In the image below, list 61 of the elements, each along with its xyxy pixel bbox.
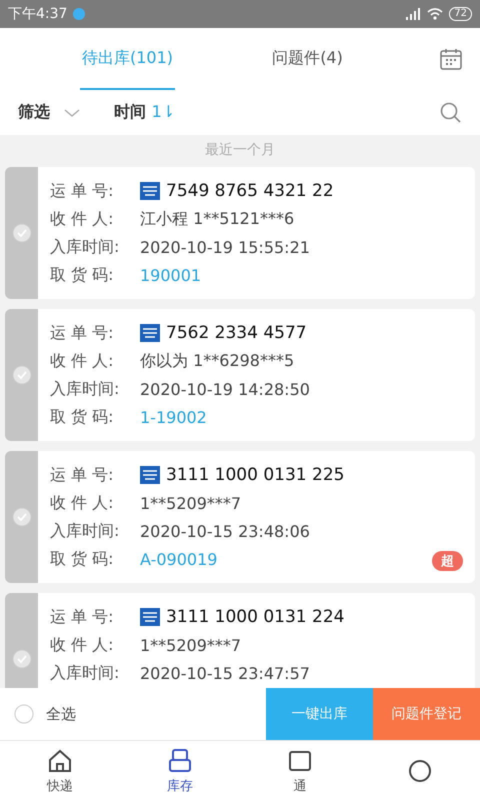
courier-logo-icon [140, 608, 160, 626]
parcel-card[interactable]: 运 单 号: 3111 1000 0131 225 收 件 人: 1**5209***7 入库时间: 2020-10-15 23:48:06 取 货 码: A-090019 超 [5, 451, 475, 583]
field-label: 取 货 码: [50, 264, 115, 286]
field-value: 3111 1000 0131 224 [166, 607, 344, 627]
field-value: 1**5209***7 [140, 636, 242, 654]
overdue-badge: 超 [432, 551, 463, 571]
filter-dropdown[interactable]: 筛选 [18, 102, 80, 123]
nav-item[interactable]: 通 [240, 741, 360, 800]
chevron-down-icon [64, 108, 80, 118]
field-label: 取 货 码: [50, 548, 115, 570]
field-label: 入库时间: [50, 662, 120, 684]
courier-logo-icon [140, 466, 160, 484]
field-value: 2020-10-19 15:55:21 [140, 238, 310, 256]
field-value: 1**5209***7 [140, 494, 242, 512]
parcel-card[interactable]: 运 单 号: 7549 8765 4321 22 收 件 人: 江小程 1**5121***6 入库时间: 2020-10-19 15:55:21 取 货 码: 190001 [5, 167, 475, 299]
field-value: 2020-10-15 23:47:57 [140, 664, 310, 682]
sort-button[interactable]: 时间 1⇂ [114, 102, 176, 123]
checkbox-icon[interactable] [14, 704, 34, 724]
box-icon [166, 746, 194, 774]
checkbox-icon[interactable] [12, 507, 32, 527]
checkbox-icon[interactable] [12, 649, 32, 669]
field-value: A-090019 [140, 550, 218, 568]
field-label: 收 件 人: [50, 208, 115, 230]
parcel-card[interactable]: 运 单 号: 3111 1000 0131 224 收 件 人: 1**5209***7 入库时间: 2020-10-15 23:47:57 [5, 593, 475, 688]
field-value: 3111 1000 0131 225 [166, 465, 344, 485]
clock: 下午4:37 [8, 5, 68, 23]
field-label: 入库时间: [50, 378, 120, 400]
signal-icon [405, 8, 422, 20]
app-dot-icon [73, 8, 86, 20]
courier-logo-icon [140, 324, 160, 342]
field-label: 收 件 人: [50, 492, 115, 514]
section-header: 最近一个月 [205, 141, 275, 159]
parcel-card[interactable]: 运 单 号: 7562 2334 4577 收 件 人: 你以为 1**6298***5 入库时间: 2020-10-19 14:28:50 取 货 码: 1-19002 [5, 309, 475, 441]
nav-item[interactable]: 快递 [0, 741, 120, 800]
wifi-icon [427, 8, 444, 20]
field-label: 运 单 号: [50, 180, 115, 202]
field-label: 收 件 人: [50, 350, 115, 372]
search-icon[interactable] [440, 102, 462, 124]
select-all-checkbox[interactable]: 全选 [0, 703, 266, 725]
field-value: 2020-10-19 14:28:50 [140, 380, 310, 398]
field-value: 你以为 1**6298***5 [140, 350, 294, 372]
field-value: 2020-10-15 23:48:06 [140, 522, 310, 540]
battery-level: 72 [449, 7, 472, 21]
field-label: 入库时间: [50, 520, 120, 542]
field-label: 收 件 人: [50, 634, 115, 656]
field-value: 190001 [140, 266, 202, 284]
field-value: 江小程 1**5121***6 [140, 208, 294, 230]
field-label: 运 单 号: [50, 322, 115, 344]
checkbox-icon[interactable] [12, 365, 32, 385]
field-label: 运 单 号: [50, 606, 115, 628]
field-label: 运 单 号: [50, 464, 115, 486]
field-label: 入库时间: [50, 236, 120, 258]
calendar-icon[interactable] [440, 48, 462, 70]
checkbox-icon[interactable] [12, 223, 32, 243]
field-value: 7562 2334 4577 [166, 323, 307, 343]
field-value: 1-19002 [140, 408, 207, 426]
field-label: 取 货 码: [50, 406, 115, 428]
tab[interactable]: 问题件(4) [270, 28, 345, 90]
nav-item[interactable]: 库存 [120, 741, 240, 800]
field-value: 7549 8765 4321 22 [166, 181, 334, 201]
courier-logo-icon [140, 182, 160, 200]
